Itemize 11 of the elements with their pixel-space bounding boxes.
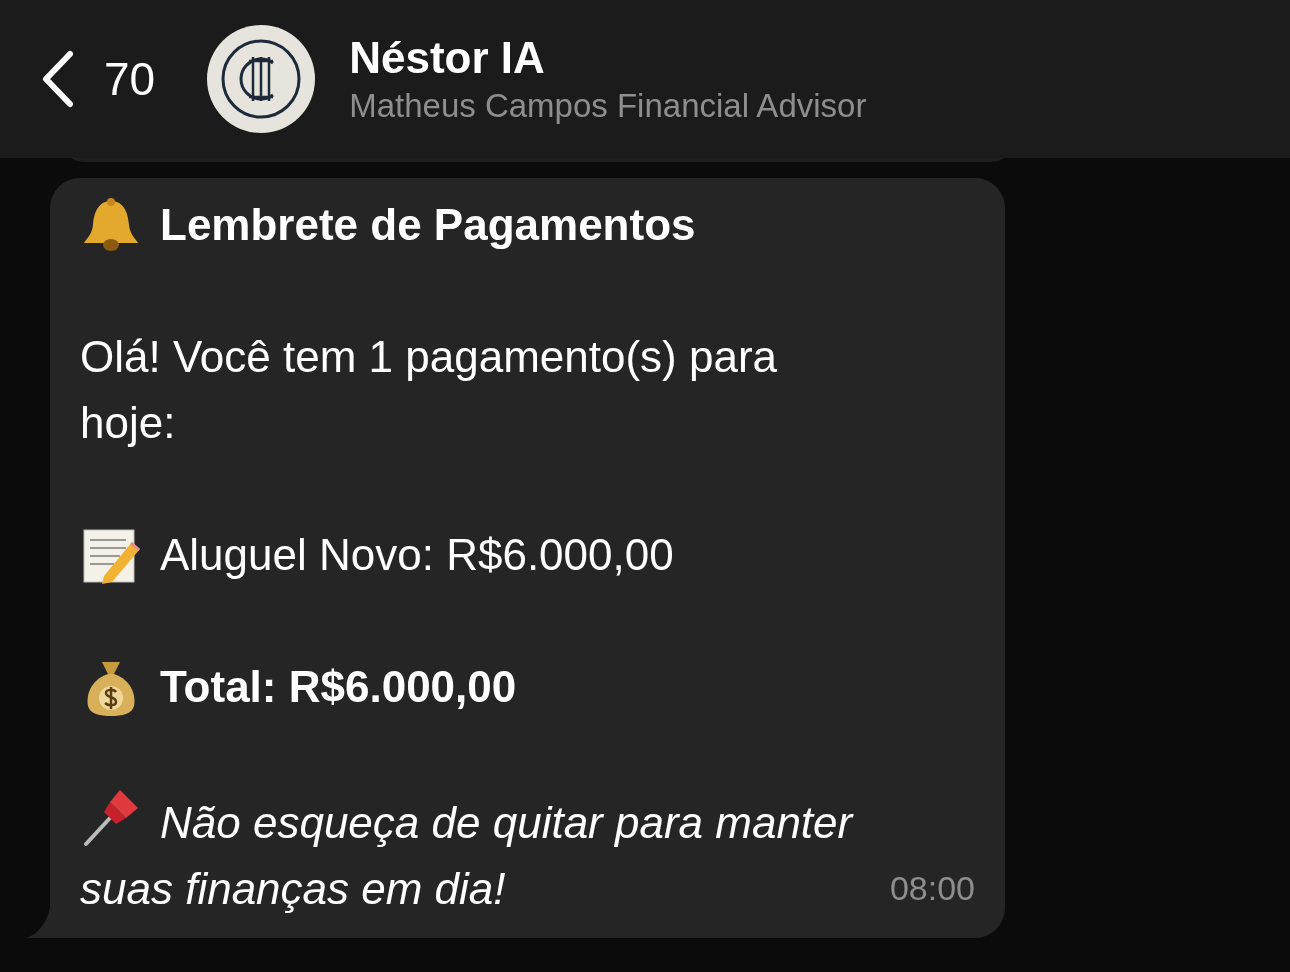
back-chevron-icon (40, 50, 74, 108)
avatar-logo-icon[interactable] (207, 25, 316, 133)
message-text: Olá! Você tem 1 pagamento(s) para hoje: (80, 331, 779, 449)
contact-subtitle: Matheus Campos Financial Advisor (349, 87, 867, 125)
message-time: 08:00 (889, 869, 975, 908)
payment-item: Aluguel Novo: R$6.000,00 (160, 529, 674, 581)
contact-name: Néstor IA (349, 33, 546, 83)
back-button[interactable]: 70 (40, 50, 156, 108)
reminder-note: Não esqueça de quitar para manter suas finanças em dia! (80, 786, 890, 922)
payment-total: Total: R$6.000,00 (160, 661, 517, 713)
message-title: Lembrete de Pagamentos (160, 200, 696, 250)
